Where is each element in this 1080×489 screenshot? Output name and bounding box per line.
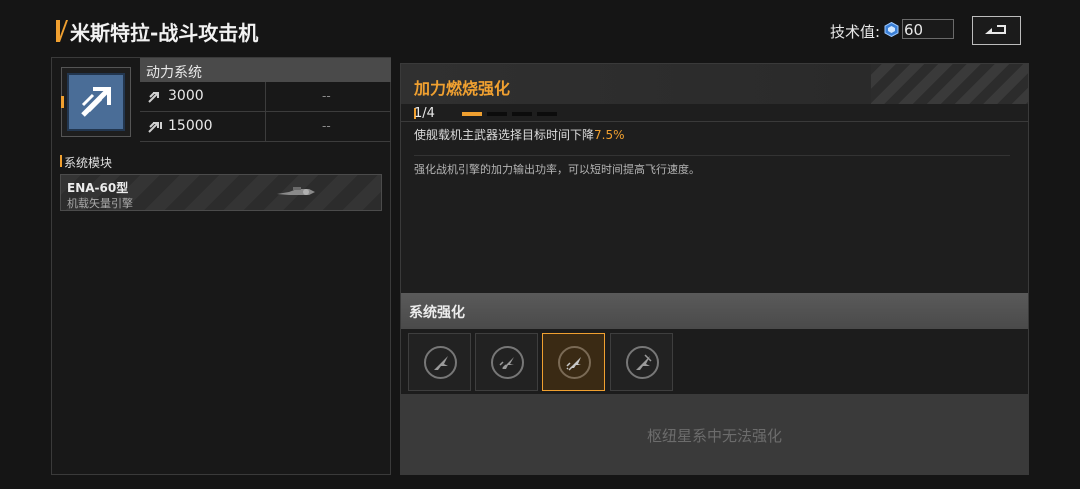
tech-value: 60	[904, 21, 924, 39]
jet-boost-icon	[499, 357, 514, 369]
enhance-slot-1[interactable]	[408, 333, 471, 391]
module-section-marker	[60, 155, 62, 167]
engine-module-icon	[277, 187, 315, 195]
icon-marker	[61, 96, 64, 108]
enhance-slot-4[interactable]	[610, 333, 673, 391]
upgrade-description: 强化战机引擎的加力输出功率，可以短时间提高飞行速度。	[414, 163, 700, 176]
upgrade-level: 1/4	[414, 106, 435, 121]
enhance-header: 系统强化	[401, 293, 1028, 329]
locked-message: 枢纽星系中无法强化	[646, 427, 782, 445]
level-segment-empty	[487, 112, 507, 116]
level-segment-filled	[462, 112, 482, 116]
jet-disabled-icon	[636, 354, 652, 370]
thrust-icon	[148, 92, 159, 103]
engine-system-icon	[81, 87, 111, 117]
module-item[interactable]: ENA-60型 机载矢量引擎	[60, 174, 382, 211]
enhance-slot-2[interactable]	[475, 333, 538, 391]
divider	[414, 155, 1010, 156]
upgrade-detail-panel: 加力燃烧强化 1/4 使舰载机主武器选择目标时间下降7.5% 强化战机引擎的加力…	[400, 63, 1029, 475]
jet-afterburner-icon	[566, 357, 581, 371]
slot-ring	[424, 346, 457, 379]
enhance-slots	[401, 329, 1028, 395]
stat-placeholder: --	[322, 89, 331, 103]
tech-value-label: 技术值:	[830, 23, 881, 41]
stat-divider	[265, 112, 266, 142]
level-segment-empty	[512, 112, 532, 116]
page-title: 米斯特拉-战斗攻击机	[70, 21, 259, 45]
stat-value: 15000	[168, 118, 213, 134]
effect-text: 使舰载机主武器选择目标时间下降	[414, 128, 595, 142]
back-button[interactable]	[972, 16, 1021, 45]
module-section-label: 系统模块	[64, 156, 113, 170]
stat-row-boost: 15000 --	[140, 112, 391, 142]
top-bar: 米斯特拉-战斗攻击机 技术值: 60	[0, 0, 1080, 56]
module-subtitle: 机载矢量引擎	[67, 197, 133, 210]
system-title: 动力系统	[146, 65, 202, 81]
enhance-title: 系统强化	[409, 305, 465, 321]
system-icon-background	[67, 73, 125, 131]
system-icon-frame	[61, 67, 131, 137]
divider	[401, 121, 1028, 122]
locked-area: 枢纽星系中无法强化	[401, 395, 1028, 474]
slot-ring	[626, 346, 659, 379]
enhance-slot-3[interactable]	[542, 333, 605, 391]
tech-gem-icon	[884, 22, 899, 37]
effect-value: 7.5%	[594, 128, 625, 142]
stat-row-thrust: 3000 --	[140, 82, 391, 112]
upgrade-effect: 使舰载机主武器选择目标时间下降7.5%	[414, 126, 625, 143]
slot-ring	[558, 346, 591, 379]
boost-thrust-icon	[148, 122, 162, 133]
upgrade-title: 加力燃烧强化	[414, 79, 511, 98]
system-info-panel: 动力系统 3000 -- 15000 -- 系统模块 ENA-60型 机载矢量引…	[51, 57, 391, 475]
stat-placeholder: --	[322, 119, 331, 133]
jet-icon	[434, 356, 448, 370]
back-arrow-icon	[985, 25, 1006, 34]
slot-ring	[491, 346, 524, 379]
stat-value: 3000	[168, 88, 204, 104]
stat-divider	[265, 82, 266, 112]
level-segment-empty	[537, 112, 557, 116]
module-name: ENA-60型	[67, 181, 129, 195]
